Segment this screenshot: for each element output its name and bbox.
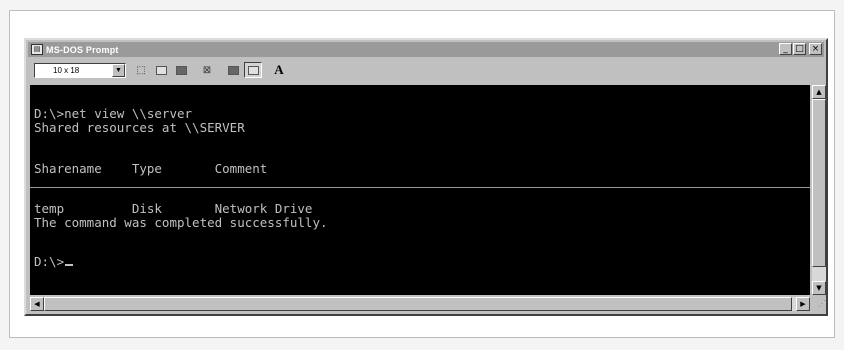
scroll-down-icon[interactable]: ▼ bbox=[812, 281, 826, 295]
copy-icon bbox=[155, 65, 167, 75]
properties-button[interactable] bbox=[224, 62, 242, 78]
console-line: temp Disk Network Drive bbox=[34, 201, 313, 216]
vertical-scroll-thumb[interactable] bbox=[812, 99, 826, 267]
title-bar[interactable]: ▤ MS-DOS Prompt _ □ × bbox=[28, 42, 824, 57]
msdos-icon: ▤ bbox=[31, 44, 43, 55]
horizontal-scroll-thumb[interactable] bbox=[44, 297, 792, 311]
font-size-value: 10 x 18 bbox=[53, 65, 80, 75]
resize-grip-icon[interactable]: ⋰ bbox=[812, 297, 826, 311]
window-title: MS-DOS Prompt bbox=[46, 44, 119, 55]
paste-icon bbox=[175, 65, 187, 75]
prompt-text: D:\> bbox=[34, 254, 65, 269]
horizontal-scrollbar[interactable]: ◀ ▶ bbox=[30, 297, 810, 311]
fullscreen-icon: ⊠ bbox=[202, 64, 212, 76]
background-icon bbox=[247, 65, 259, 75]
console-output[interactable]: D:\>net view \\server Shared resources a… bbox=[30, 85, 810, 295]
maximize-button[interactable]: □ bbox=[793, 43, 806, 55]
copy-button[interactable] bbox=[152, 62, 170, 78]
scroll-up-icon[interactable]: ▲ bbox=[812, 85, 826, 99]
console-line: Shared resources at \\SERVER bbox=[34, 120, 245, 135]
scroll-left-icon[interactable]: ◀ bbox=[30, 297, 44, 311]
close-button[interactable]: × bbox=[809, 43, 822, 55]
scroll-right-icon[interactable]: ▶ bbox=[796, 297, 810, 311]
background-button[interactable] bbox=[244, 62, 262, 78]
minimize-button[interactable]: _ bbox=[779, 43, 792, 55]
mark-icon: ⬚ bbox=[136, 64, 146, 76]
mark-button[interactable]: ⬚ bbox=[132, 62, 150, 78]
text-cursor bbox=[65, 264, 74, 266]
toolbar: 10 x 18 ▼ ⬚ ⊠ A bbox=[28, 59, 824, 81]
dropdown-arrow-icon[interactable]: ▼ bbox=[112, 63, 125, 77]
console-line: The command was completed successfully. bbox=[34, 215, 328, 230]
properties-icon bbox=[227, 65, 239, 75]
font-size-select[interactable]: 10 x 18 ▼ bbox=[34, 62, 126, 78]
divider bbox=[30, 187, 810, 188]
font-icon: A bbox=[274, 62, 284, 77]
console-prompt: D:\> bbox=[34, 254, 74, 269]
paste-button[interactable] bbox=[172, 62, 190, 78]
console-line: D:\>net view \\server bbox=[34, 106, 193, 121]
fullscreen-button[interactable]: ⊠ bbox=[198, 62, 216, 78]
vertical-scrollbar[interactable]: ▲ ▼ bbox=[812, 85, 826, 295]
font-button[interactable]: A bbox=[270, 62, 288, 78]
msdos-window: ▤ MS-DOS Prompt _ □ × 10 x 18 ▼ ⬚ ⊠ A D:… bbox=[24, 38, 828, 316]
console-line: Sharename Type Comment bbox=[34, 161, 268, 176]
